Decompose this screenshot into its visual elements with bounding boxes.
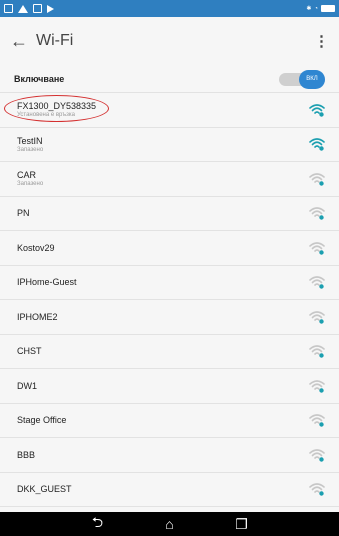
recent-apps-icon[interactable]: ❐ [232,516,252,533]
gallery-icon [33,4,42,13]
navigation-bar: ⮌ ⌂ ❐ [0,512,339,536]
network-text: FX1300_DY538335 Установена е връзка [17,101,96,118]
battery-icon [321,5,335,12]
overflow-menu-icon[interactable]: ⋮ [314,32,329,50]
notification-icons [4,4,54,13]
network-text: IPHOME2 [17,312,58,322]
network-row[interactable]: IPHOME2 [0,300,339,335]
wifi-signal-icon [309,414,325,427]
network-row[interactable]: BBB [0,438,339,473]
wifi-status-icon: ◔ [314,5,318,12]
network-text: CAR Запазено [17,170,43,187]
wifi-signal-icon [309,310,325,324]
network-status: Запазено [17,181,44,188]
bluetooth-icon: ✱ [306,6,312,12]
network-row[interactable]: DKK_GUEST [0,473,339,507]
notification-icon [4,4,13,13]
network-row[interactable]: FX1300_DY538335 Установена е връзка [0,93,339,128]
network-status: Установена е връзка [17,112,75,119]
network-text: Kostov29 [17,243,55,253]
network-row[interactable]: TestIN Запазено [0,128,339,162]
back-icon[interactable]: ⮌ [88,512,108,536]
network-row[interactable]: Stage Office [0,404,339,438]
network-name: IPHome-Guest [17,277,77,288]
wifi-signal-icon [309,207,325,220]
network-name: IPHOME2 [17,311,58,322]
network-name: CAR [17,170,37,181]
arrow-left-icon[interactable]: ← [10,31,30,52]
network-name: Stage Office [17,415,67,426]
network-name: Kostov29 [17,242,55,253]
network-text: DKK_GUEST [17,484,72,494]
wifi-signal-icon [309,138,325,151]
status-bar: ✱ ◔ [0,0,339,17]
network-text: CHST [17,346,42,356]
wifi-signal-icon [309,379,325,393]
wifi-signal-icon [309,103,325,117]
wifi-signal-icon [309,241,325,255]
network-name: DKK_GUEST [17,484,72,495]
wifi-signal-icon [309,172,325,186]
toggle-knob: ВКЛ [299,69,325,89]
app-bar: ← Wi-Fi ⋮ [0,17,339,65]
network-list: FX1300_DY538335 Установена е връзка TestIN… [0,93,339,536]
wifi-toggle-row[interactable]: Включване ВКЛ [0,66,339,93]
network-text: Stage Office [17,415,66,425]
network-name: PN [17,208,30,219]
network-name: DW1 [17,380,37,391]
network-name: FX1300_DY538335 [17,101,97,112]
network-text: BBB [17,450,35,460]
warning-icon [18,4,28,13]
home-icon[interactable]: ⌂ [160,516,180,532]
wifi-signal-icon [309,345,325,358]
toggle-label: Включване [14,74,65,84]
network-row[interactable]: Kostov29 [0,231,339,266]
network-row[interactable]: IPHome-Guest [0,266,339,300]
network-name: BBB [17,449,36,460]
page-title: Wi-Fi [36,32,74,49]
network-status: Запазено [17,146,44,153]
network-name: CHST [17,346,42,357]
wifi-toggle[interactable]: ВКЛ [279,69,325,89]
network-row[interactable]: PN [0,197,339,231]
wifi-signal-icon [309,448,325,462]
system-icons: ✱ ◔ [306,5,335,12]
network-text: IPHome-Guest [17,277,77,287]
network-row[interactable]: CHST [0,335,339,369]
play-icon [47,4,54,13]
wifi-signal-icon [309,276,325,289]
network-name: TestIN [17,135,43,146]
network-row[interactable]: DW1 [0,369,339,404]
network-text: TestIN Запазено [17,136,43,153]
network-text: PN [17,208,30,218]
wifi-signal-icon [309,483,325,496]
network-row[interactable]: CAR Запазено [0,162,339,197]
network-text: DW1 [17,381,37,391]
